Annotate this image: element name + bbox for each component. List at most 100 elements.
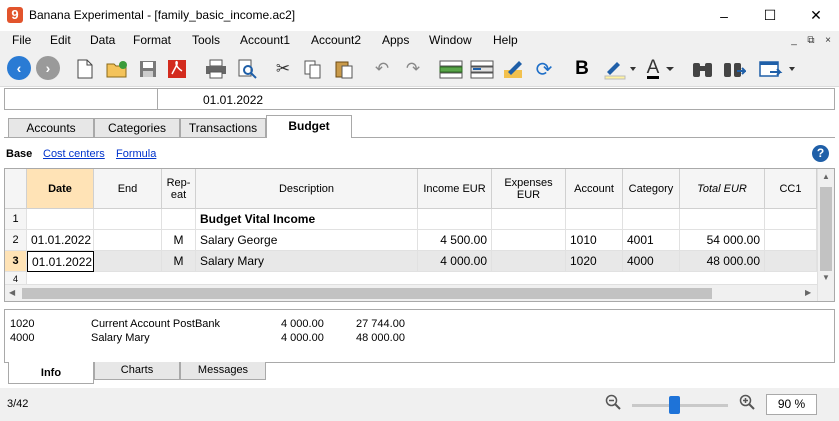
cell-account[interactable]: 1010 [566,230,623,251]
cell-category[interactable]: 4000 [623,251,680,272]
menu-account2[interactable]: Account2 [311,33,361,47]
tab-charts[interactable]: Charts [94,362,180,380]
mdi-restore-button[interactable]: ⧉ [804,34,818,48]
vertical-scrollbar[interactable]: ▲ ▼ [817,169,834,301]
zoom-slider-track[interactable] [632,404,728,407]
menu-edit[interactable]: Edit [50,33,71,47]
paste-icon[interactable] [331,56,357,82]
copy-icon[interactable] [300,56,326,82]
menu-account1[interactable]: Account1 [240,33,290,47]
window-icon[interactable] [758,56,798,82]
menu-help[interactable]: Help [493,33,518,47]
menu-tools[interactable]: Tools [192,33,220,47]
menu-window[interactable]: Window [429,33,472,47]
scroll-left-arrow-icon[interactable]: ◀ [9,288,15,297]
tab-budget[interactable]: Budget [266,115,352,138]
cell-income[interactable]: 4 500.00 [418,230,492,251]
cell-end[interactable] [94,209,162,230]
mdi-close-button[interactable]: × [821,34,835,48]
vertical-scroll-thumb[interactable] [820,187,832,271]
cell-repeat[interactable]: M [162,230,196,251]
zoom-input[interactable]: 90 % [766,394,817,415]
column-header-total[interactable]: Total EUR [680,169,765,209]
cell-value-field[interactable]: 01.01.2022 [203,93,263,107]
cell-end[interactable] [94,230,162,251]
menu-file[interactable]: File [12,33,31,47]
undo-icon[interactable]: ↶ [369,56,395,82]
column-header-cc1[interactable]: CC1 [765,169,817,209]
cell-cc1[interactable] [765,251,817,272]
text-color-icon[interactable]: A [643,56,679,82]
forward-icon[interactable]: › [36,56,60,80]
column-header-date[interactable]: Date [27,169,94,209]
zoom-slider-thumb[interactable] [669,396,680,414]
cell-description[interactable]: Salary Mary [196,251,418,272]
cell-category[interactable] [623,209,680,230]
find-icon[interactable] [690,56,716,82]
scroll-right-arrow-icon[interactable]: ▶ [805,288,811,297]
cell-description[interactable]: Budget Vital Income [196,209,418,230]
cell-date[interactable] [27,209,94,230]
column-header-account[interactable]: Account [566,169,623,209]
cell-income[interactable]: 4 000.00 [418,251,492,272]
cell-expenses[interactable] [492,209,566,230]
pdf-icon[interactable] [164,56,190,82]
save-icon[interactable] [135,56,161,82]
row-number[interactable]: 2 [5,230,27,251]
row-number[interactable]: 3 [5,251,27,272]
tab-transactions[interactable]: Transactions [180,118,266,137]
column-header-category[interactable]: Category [623,169,680,209]
open-file-icon[interactable] [104,56,130,82]
tab-info[interactable]: Info [8,362,94,384]
cell-date[interactable]: 01.01.2022 [27,230,94,251]
cell-cc1[interactable] [765,209,817,230]
tab-accounts[interactable]: Accounts [8,118,94,137]
column-header-income[interactable]: Income EUR [418,169,492,209]
help-icon[interactable]: ? [812,145,829,162]
mdi-minimize-button[interactable]: _ [787,34,801,48]
view-formula[interactable]: Formula [116,148,156,160]
delete-row-icon[interactable] [469,56,495,82]
cut-icon[interactable]: ✂ [270,56,296,82]
view-cost-centers[interactable]: Cost centers [43,148,105,160]
cell-account[interactable]: 1020 [566,251,623,272]
cell-cc1[interactable] [765,230,817,251]
menu-apps[interactable]: Apps [382,33,409,47]
column-header-repeat[interactable]: Rep- eat [162,169,196,209]
column-header-end[interactable]: End [94,169,162,209]
cell-repeat[interactable] [162,209,196,230]
menu-data[interactable]: Data [90,33,115,47]
row-number[interactable]: 1 [5,209,27,230]
view-base[interactable]: Base [6,148,32,160]
cell-description[interactable]: Salary George [196,230,418,251]
menu-format[interactable]: Format [133,33,171,47]
tab-categories[interactable]: Categories [94,118,180,137]
cell-category[interactable]: 4001 [623,230,680,251]
close-button[interactable]: ✕ [793,0,839,31]
recheck-icon[interactable]: ⟳ [531,56,557,82]
maximize-button[interactable]: ☐ [747,0,793,31]
new-file-icon[interactable] [72,56,98,82]
redo-icon[interactable]: ↷ [400,56,426,82]
horizontal-scrollbar[interactable]: ◀ ▶ [5,284,817,301]
cell-date-current[interactable]: 01.01.2022 [27,251,94,272]
horizontal-scroll-thumb[interactable] [22,288,712,299]
minimize-button[interactable]: – [701,0,747,31]
print-preview-icon[interactable] [234,56,260,82]
column-header-description[interactable]: Description [196,169,418,209]
cell-end[interactable] [94,251,162,272]
bold-icon[interactable]: B [569,56,595,82]
cell-expenses[interactable] [492,230,566,251]
edit-icon[interactable] [500,56,526,82]
scroll-down-arrow-icon[interactable]: ▼ [822,273,830,282]
cell-account[interactable] [566,209,623,230]
highlight-color-icon[interactable] [602,56,638,82]
cell-income[interactable] [418,209,492,230]
scroll-up-arrow-icon[interactable]: ▲ [822,172,830,181]
cell-expenses[interactable] [492,251,566,272]
back-icon[interactable]: ‹ [7,56,31,80]
replace-icon[interactable] [721,56,747,82]
print-icon[interactable] [203,56,229,82]
insert-row-icon[interactable] [438,56,464,82]
zoom-out-icon[interactable] [605,394,621,414]
